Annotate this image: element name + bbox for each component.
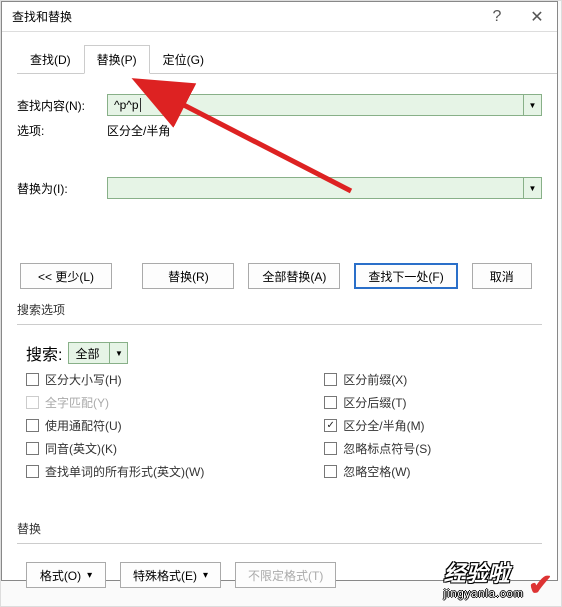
tab-goto[interactable]: 定位(G) bbox=[150, 45, 217, 74]
replace-label: 替换为(I): bbox=[17, 180, 107, 197]
help-icon[interactable]: ? bbox=[477, 2, 517, 32]
tab-bar: 查找(D) 替换(P) 定位(G) bbox=[17, 44, 557, 74]
dialog-title: 查找和替换 bbox=[2, 8, 477, 25]
text-caret bbox=[140, 98, 141, 112]
check-wildcards[interactable]: 使用通配符(U) bbox=[26, 417, 324, 434]
no-format-button: 不限定格式(T) bbox=[235, 562, 336, 588]
special-format-button[interactable]: 特殊格式(E) bbox=[120, 562, 221, 588]
format-group-title: 替换 bbox=[2, 520, 557, 537]
chevron-down-icon[interactable]: ▼ bbox=[523, 178, 541, 198]
find-next-button[interactable]: 查找下一处(F) bbox=[354, 263, 457, 289]
checkmark-icon: ✔ bbox=[528, 568, 553, 603]
check-ignore-space[interactable]: 忽略空格(W) bbox=[324, 463, 533, 480]
check-full-half-width[interactable]: 区分全/半角(M) bbox=[324, 417, 533, 434]
format-button[interactable]: 格式(O) bbox=[26, 562, 106, 588]
chevron-down-icon[interactable]: ▼ bbox=[109, 343, 127, 363]
replace-button[interactable]: 替换(R) bbox=[142, 263, 234, 289]
find-input-value: ^p^p bbox=[114, 98, 139, 112]
options-label: 选项: bbox=[17, 122, 107, 139]
check-ignore-punct[interactable]: 忽略标点符号(S) bbox=[324, 440, 533, 457]
check-match-suffix[interactable]: 区分后缀(T) bbox=[324, 394, 533, 411]
less-button[interactable]: << 更少(L) bbox=[20, 263, 112, 289]
cancel-button[interactable]: 取消 bbox=[472, 263, 532, 289]
replace-all-button[interactable]: 全部替换(A) bbox=[248, 263, 340, 289]
find-input[interactable]: ^p^p ▼ bbox=[107, 94, 542, 116]
search-direction-value: 全部 bbox=[75, 345, 99, 362]
watermark: 经验啦 jingyanla.com ✔ bbox=[444, 556, 553, 600]
find-replace-dialog: 查找和替换 ? ✕ 查找(D) 替换(P) 定位(G) 查找内容(N): ^p^… bbox=[1, 1, 558, 581]
check-sounds-like[interactable]: 同音(英文)(K) bbox=[26, 440, 324, 457]
chevron-down-icon[interactable]: ▼ bbox=[523, 95, 541, 115]
check-match-case[interactable]: 区分大小写(H) bbox=[26, 371, 324, 388]
search-direction-label: 搜索: bbox=[26, 341, 62, 365]
tab-find[interactable]: 查找(D) bbox=[17, 45, 84, 74]
find-label: 查找内容(N): bbox=[17, 97, 107, 114]
replace-input[interactable]: ▼ bbox=[107, 177, 542, 199]
check-all-word-forms[interactable]: 查找单词的所有形式(英文)(W) bbox=[26, 463, 324, 480]
options-value: 区分全/半角 bbox=[107, 122, 170, 139]
tab-replace[interactable]: 替换(P) bbox=[84, 45, 150, 74]
search-direction-select[interactable]: 全部 ▼ bbox=[68, 342, 128, 364]
close-icon[interactable]: ✕ bbox=[517, 2, 557, 32]
check-match-prefix[interactable]: 区分前缀(X) bbox=[324, 371, 533, 388]
watermark-text: 经验啦 bbox=[444, 556, 524, 588]
search-options-title: 搜索选项 bbox=[2, 301, 557, 318]
title-bar: 查找和替换 ? ✕ bbox=[2, 2, 557, 32]
check-whole-word: 全字匹配(Y) bbox=[26, 394, 324, 411]
watermark-url: jingyanla.com bbox=[444, 588, 524, 600]
